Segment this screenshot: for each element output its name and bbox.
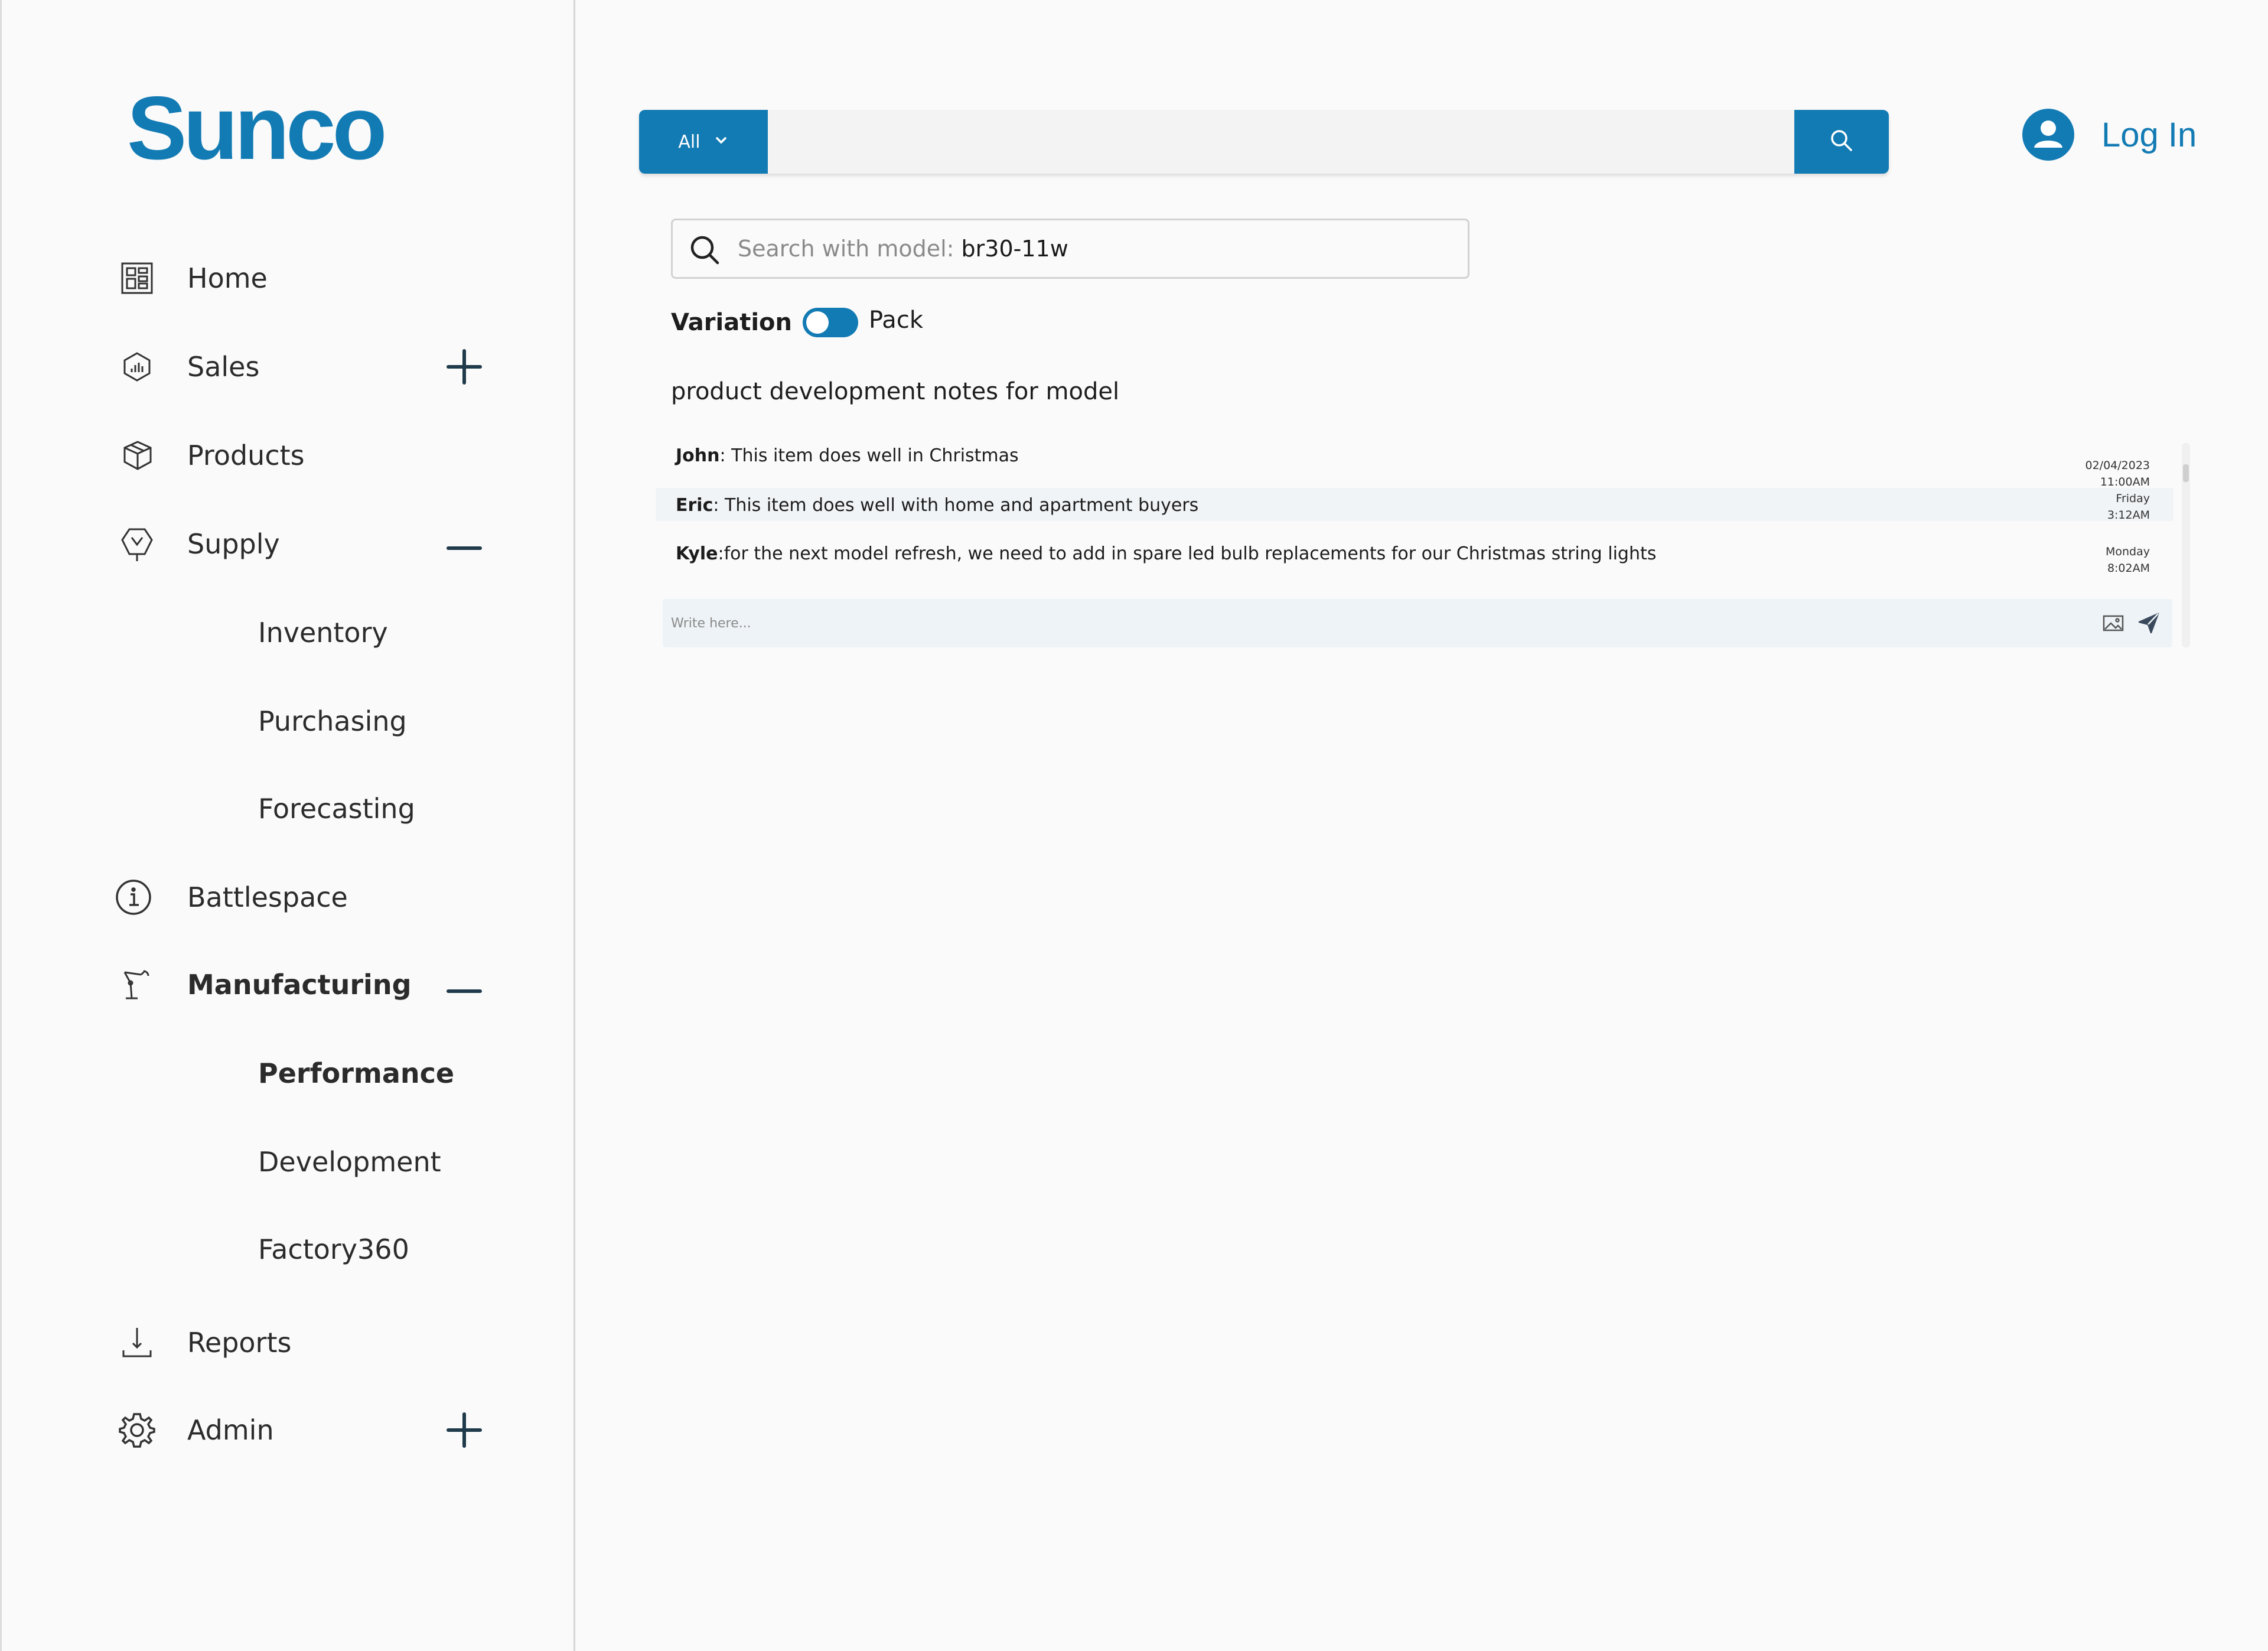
- pack-label: Pack: [868, 307, 923, 334]
- category-select[interactable]: All: [639, 110, 768, 174]
- robot-arm-icon: [118, 965, 157, 1004]
- sidebar-subitem-label: Inventory: [258, 617, 388, 649]
- message-time: 3:12AM: [2107, 509, 2150, 522]
- login-label: Log In: [2101, 115, 2197, 154]
- sidebar: Sunco Home Sales Products Supply Invento…: [0, 0, 575, 1651]
- sidebar-item-reports[interactable]: Reports: [2, 1310, 533, 1375]
- collapse-minus-icon[interactable]: [444, 966, 485, 1008]
- sidebar-subitem-inventory[interactable]: Inventory: [2, 600, 533, 665]
- sidebar-subitem-purchasing[interactable]: Purchasing: [2, 689, 533, 754]
- chat-message: Kyle:for the next model refresh, we need…: [656, 541, 2174, 582]
- sales-chart-icon: [118, 347, 157, 386]
- chat-message: Eric: This item does well with home and …: [656, 488, 2174, 522]
- sidebar-subitem-forecasting[interactable]: Forecasting: [2, 776, 533, 841]
- sidebar-item-supply[interactable]: Supply: [2, 512, 533, 577]
- chat-scrollbar[interactable]: [2182, 443, 2190, 647]
- sidebar-subitem-label: Performance: [258, 1057, 455, 1089]
- collapse-minus-icon[interactable]: [444, 523, 485, 565]
- sidebar-subitem-development[interactable]: Development: [2, 1129, 533, 1194]
- sidebar-subitem-label: Purchasing: [258, 705, 407, 737]
- sidebar-item-label: Supply: [187, 528, 280, 560]
- download-icon: [118, 1323, 157, 1362]
- sidebar-subitem-factory360[interactable]: Factory360: [2, 1217, 533, 1282]
- expand-plus-icon[interactable]: [444, 346, 485, 387]
- message-text: : This item does well in Christmas: [719, 445, 1019, 466]
- search-icon: [688, 233, 721, 266]
- switch-knob: [806, 311, 829, 334]
- sidebar-subitem-label: Factory360: [258, 1233, 409, 1265]
- chevron-down-icon: [713, 132, 729, 152]
- model-search-value: br30-11w: [961, 236, 1068, 262]
- sidebar-item-battlespace[interactable]: Battlespace: [2, 865, 533, 930]
- sidebar-subitem-label: Forecasting: [258, 793, 415, 825]
- search-icon: [1829, 128, 1855, 156]
- message-text: : This item does well with home and apar…: [713, 495, 1199, 516]
- message-date: Friday: [2116, 492, 2150, 505]
- message-time: 11:00AM: [2100, 476, 2150, 489]
- sidebar-item-label: Manufacturing: [187, 969, 412, 1001]
- message-author: Kyle: [676, 543, 718, 564]
- sidebar-item-label: Home: [187, 262, 268, 294]
- message-author: John: [676, 445, 720, 466]
- message-time: 8:02AM: [2107, 562, 2150, 575]
- chat-message: John: This item does well in Christmas 0…: [656, 437, 2174, 489]
- variation-label: Variation: [671, 309, 792, 336]
- notes-chat-panel: John: This item does well in Christmas 0…: [656, 425, 2197, 647]
- search-button[interactable]: [1794, 110, 1889, 174]
- sidebar-item-label: Sales: [187, 351, 260, 383]
- send-icon[interactable]: [2137, 611, 2161, 635]
- sidebar-subitem-label: Development: [258, 1146, 441, 1178]
- sidebar-item-admin[interactable]: Admin: [2, 1398, 533, 1463]
- compose-input[interactable]: [663, 599, 2101, 647]
- message-date: 02/04/2023: [2085, 459, 2150, 472]
- sidebar-item-label: Admin: [187, 1414, 274, 1446]
- message-author: Eric: [676, 495, 713, 516]
- brand-logo[interactable]: Sunco: [127, 77, 387, 180]
- sidebar-item-label: Reports: [187, 1327, 292, 1359]
- sidebar-subitem-performance[interactable]: Performance: [2, 1041, 533, 1106]
- global-search-bar: All: [639, 110, 1889, 174]
- sidebar-item-manufacturing[interactable]: Manufacturing: [2, 952, 533, 1017]
- notes-title: product development notes for model: [671, 378, 1120, 405]
- model-search-field[interactable]: Search with model: br30-11w: [671, 219, 1469, 279]
- scrollbar-thumb[interactable]: [2183, 464, 2189, 482]
- variation-pack-switch[interactable]: [802, 308, 858, 337]
- message-text: :for the next model refresh, we need to …: [718, 543, 1657, 564]
- message-date: Monday: [2105, 545, 2150, 558]
- image-attach-icon[interactable]: [2101, 611, 2125, 635]
- sidebar-item-label: Products: [187, 439, 305, 471]
- expand-plus-icon[interactable]: [444, 1409, 485, 1451]
- info-icon: [114, 878, 153, 917]
- sidebar-item-label: Battlespace: [187, 881, 348, 913]
- sidebar-item-home[interactable]: Home: [2, 246, 533, 311]
- sidebar-item-sales[interactable]: Sales: [2, 334, 533, 399]
- category-select-label: All: [678, 131, 700, 152]
- login-button[interactable]: Log In: [2022, 106, 2197, 163]
- user-avatar-icon: [2022, 109, 2074, 161]
- supply-icon: [118, 525, 157, 564]
- dashboard-grid-icon: [118, 259, 157, 298]
- sidebar-item-products[interactable]: Products: [2, 423, 533, 488]
- variation-pack-toggle-group: Variation Pack: [671, 305, 923, 340]
- global-search-input[interactable]: [768, 110, 1794, 174]
- product-box-icon: [118, 436, 157, 475]
- model-search-placeholder: Search with model:: [738, 236, 962, 262]
- compose-bar: [663, 599, 2172, 647]
- gear-icon: [118, 1411, 157, 1450]
